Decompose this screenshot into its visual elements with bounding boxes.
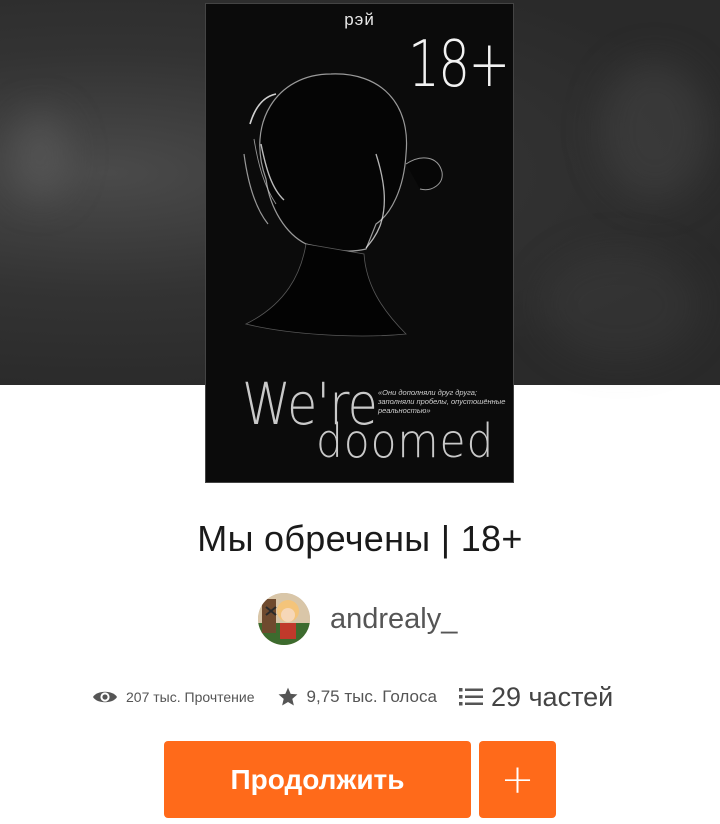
votes-stat: 9,75 тыс. Голоса bbox=[277, 686, 437, 708]
cover-author-text: рэй bbox=[344, 10, 375, 29]
cover-quote-text: «Они дополняли друг друга; заполняли про… bbox=[378, 388, 506, 415]
book-cover[interactable]: рэй 18+ We're «Они дополняли друг друга;… bbox=[206, 4, 513, 482]
list-icon bbox=[458, 687, 483, 707]
author-link[interactable]: andrealy_ bbox=[258, 592, 457, 646]
star-icon bbox=[277, 686, 299, 708]
reads-stat: 207 тыс. Прочтение bbox=[92, 688, 255, 706]
add-to-library-button[interactable]: + bbox=[479, 741, 556, 818]
continue-reading-button[interactable]: Продолжить bbox=[164, 741, 471, 818]
votes-count: 9,75 тыс. Голоса bbox=[306, 687, 437, 706]
author-name[interactable]: andrealy_ bbox=[330, 603, 457, 636]
cover-title-line-2: doomed bbox=[316, 414, 495, 468]
story-details-page: рэй 18+ We're «Они дополняли друг друга;… bbox=[0, 0, 720, 824]
story-title: Мы обречены | 18+ bbox=[197, 518, 523, 559]
avatar[interactable] bbox=[258, 593, 310, 645]
avatar-image bbox=[258, 593, 310, 645]
eye-icon bbox=[92, 688, 118, 706]
story-stats: 207 тыс. Прочтение 9,75 тыс. Голоса 29 ч… bbox=[92, 680, 613, 714]
parts-stat[interactable]: 29 частей bbox=[458, 682, 613, 713]
cover-age-rating: 18+ bbox=[408, 28, 510, 102]
parts-count[interactable]: 29 частей bbox=[491, 682, 613, 713]
reads-count: 207 тыс. Прочтение bbox=[126, 689, 255, 705]
